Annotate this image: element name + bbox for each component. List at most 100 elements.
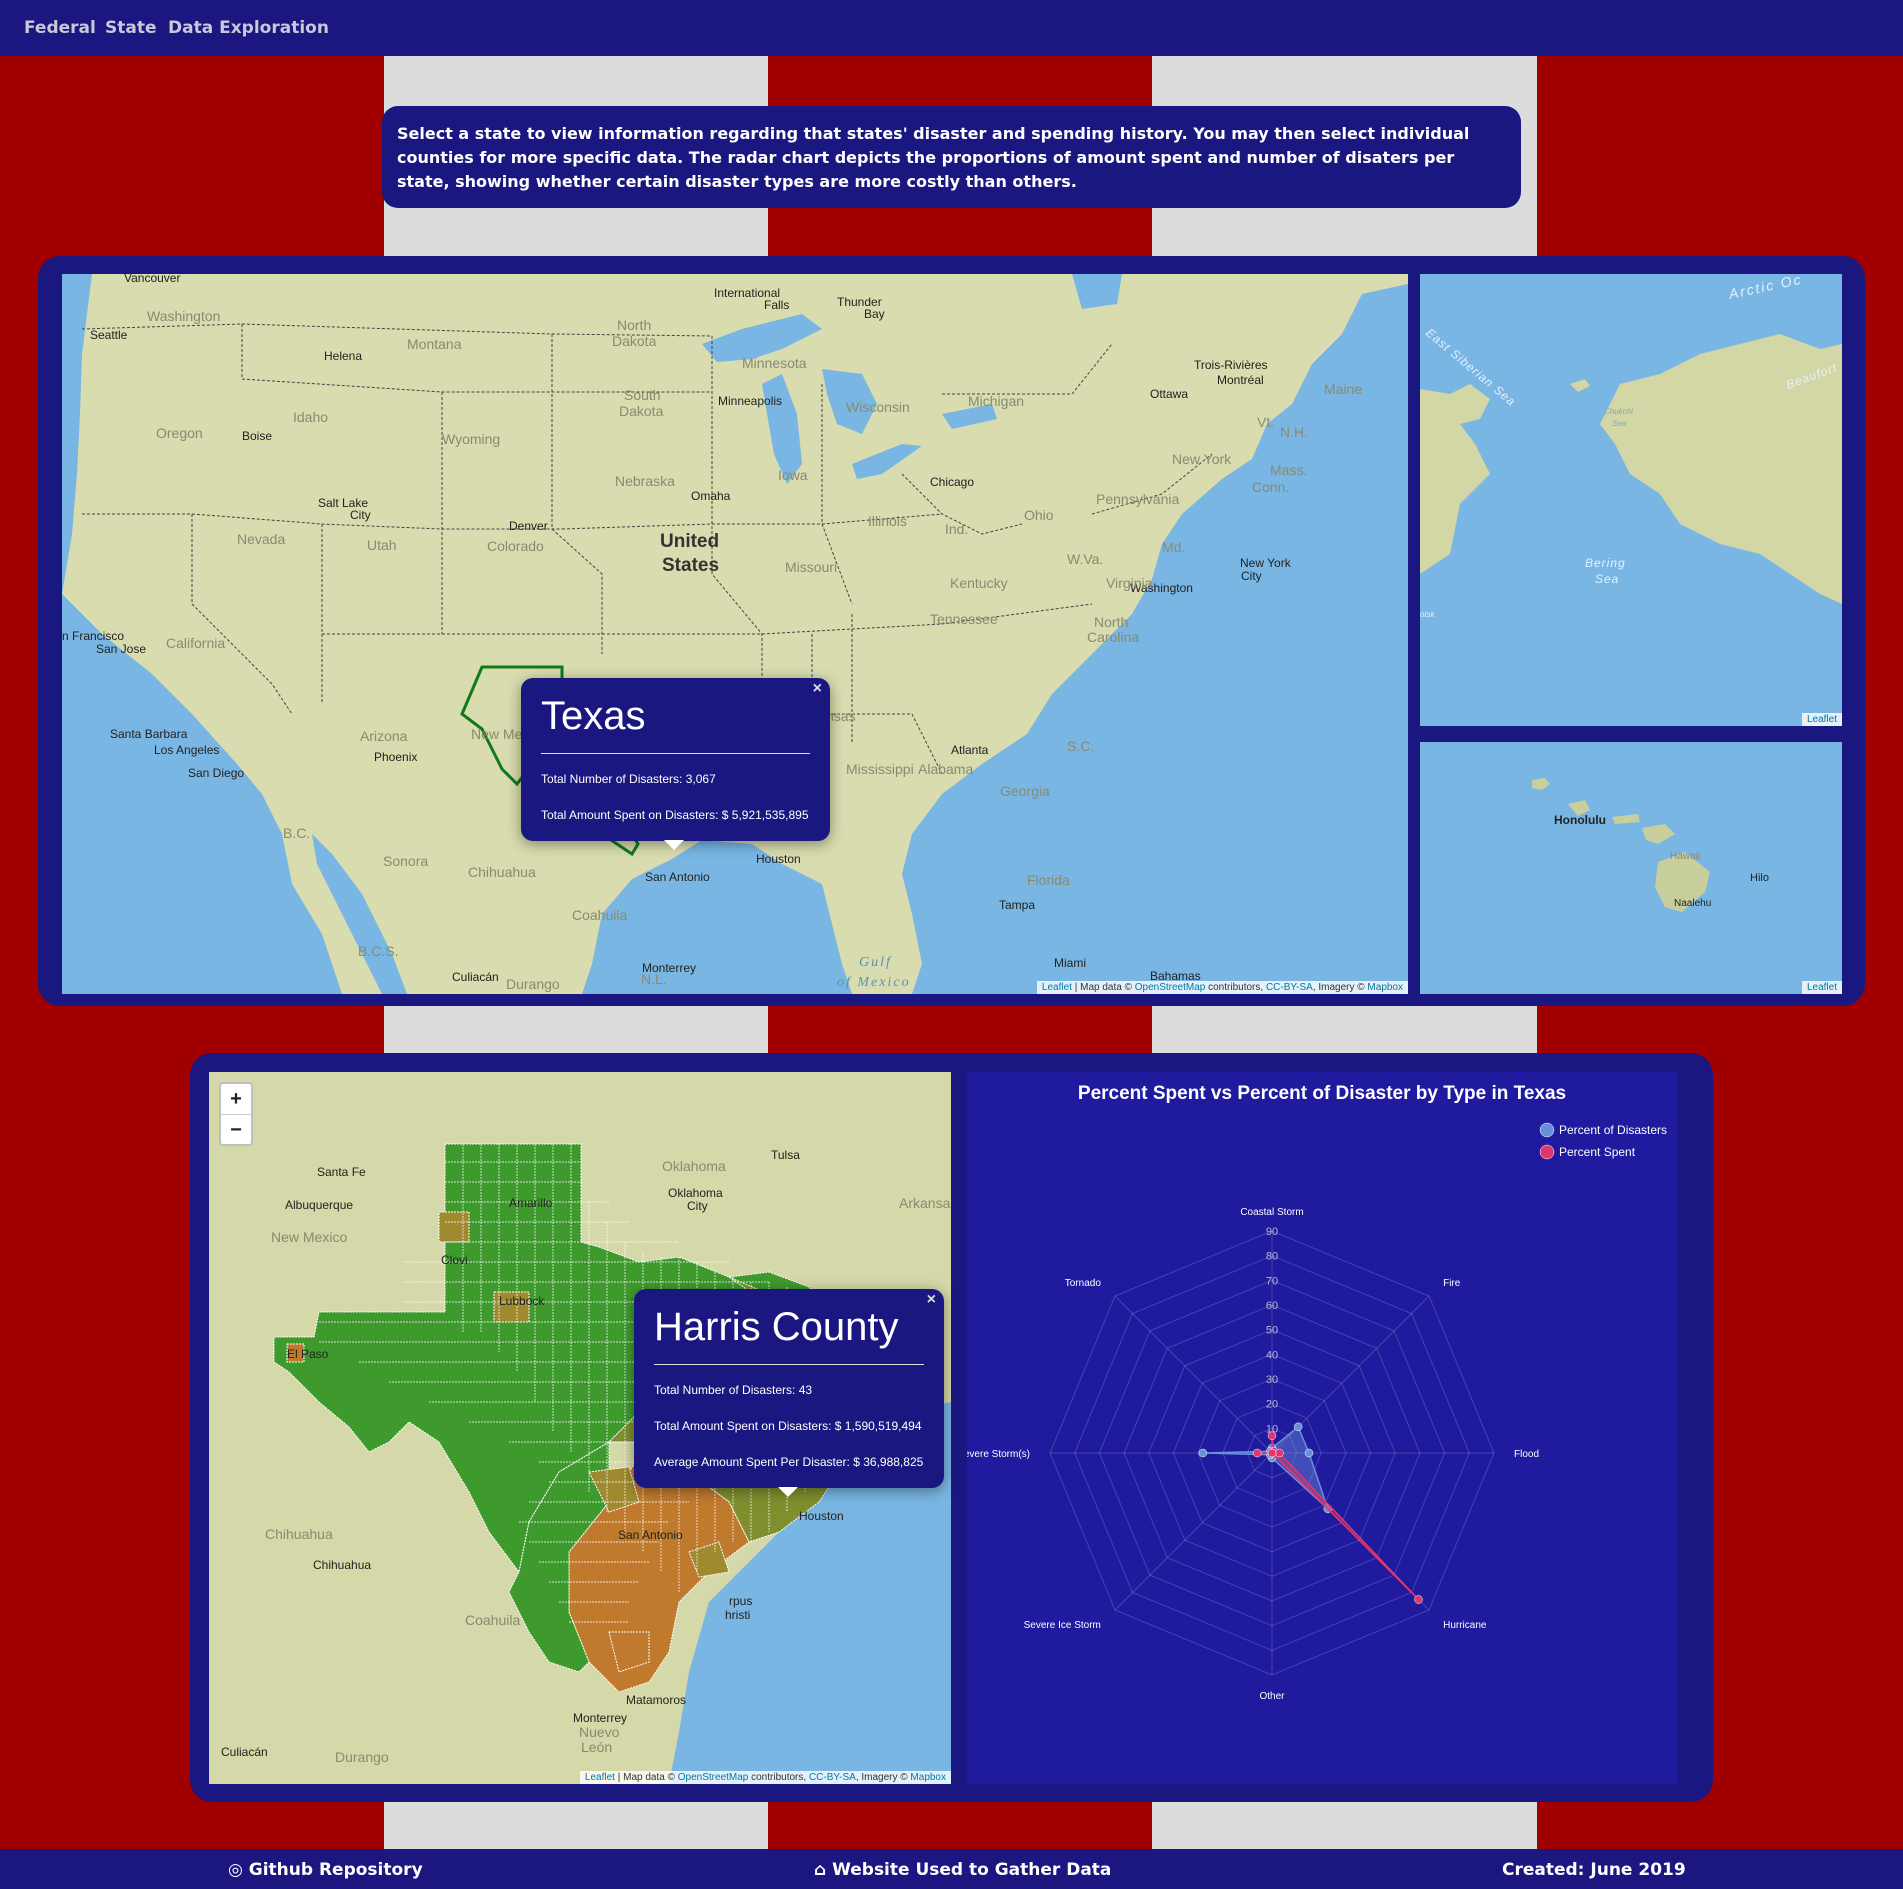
- radar-series-area: [1202, 1425, 1330, 1512]
- svg-text:Bay: Bay: [864, 307, 885, 321]
- leaflet-link[interactable]: Leaflet: [1807, 982, 1837, 993]
- svg-text:Nuevo: Nuevo: [579, 1724, 620, 1740]
- svg-text:Lubbock: Lubbock: [499, 1294, 545, 1308]
- alaska-map-canvas[interactable]: Arctic Oc East Siberian Sea Beaufort Chu…: [1420, 274, 1842, 726]
- radar-chart: Percent Spent vs Percent of Disaster by …: [967, 1083, 1667, 1702]
- svg-text:North: North: [617, 317, 651, 333]
- zoom-out-button[interactable]: −: [221, 1115, 251, 1145]
- ccbysa-link[interactable]: CC-BY-SA: [809, 1772, 856, 1783]
- github-label: Github Repository: [248, 1860, 423, 1880]
- russia-land: [1420, 384, 1490, 574]
- hawaii-map-canvas[interactable]: Honolulu Hawaii Hilo Naalehu: [1420, 742, 1842, 994]
- svg-text:Coahuila: Coahuila: [572, 907, 627, 923]
- svg-text:Albuquerque: Albuquerque: [285, 1198, 353, 1212]
- svg-text:Durango: Durango: [506, 976, 560, 992]
- svg-text:Mississippi: Mississippi: [846, 761, 914, 777]
- svg-text:Seattle: Seattle: [90, 328, 128, 342]
- svg-text:Trois-Rivières: Trois-Rivières: [1194, 358, 1268, 372]
- github-link[interactable]: ◎ Github Repository: [228, 1860, 423, 1880]
- svg-text:Helena: Helena: [324, 349, 362, 363]
- radar-point[interactable]: [1293, 1422, 1303, 1432]
- svg-text:S.C.: S.C.: [1067, 738, 1094, 754]
- svg-text:Ottawa: Ottawa: [1150, 387, 1188, 401]
- legend-label[interactable]: Percent Spent: [1559, 1145, 1636, 1159]
- county-olive-4[interactable]: [438, 1211, 470, 1243]
- ccbysa-link[interactable]: CC-BY-SA: [1266, 982, 1313, 993]
- svg-text:Oklahoma: Oklahoma: [662, 1158, 726, 1174]
- website-link[interactable]: ⌂ Website Used to Gather Data: [814, 1860, 1111, 1880]
- leaflet-link[interactable]: Leaflet: [585, 1772, 615, 1783]
- okhotsk-label: otsk: [1420, 610, 1436, 619]
- svg-text:Nevada: Nevada: [237, 531, 285, 547]
- svg-text:Atlanta: Atlanta: [951, 743, 989, 757]
- mapbox-link[interactable]: Mapbox: [910, 1772, 946, 1783]
- nav-federal[interactable]: Federal: [24, 18, 96, 38]
- svg-text:Tampa: Tampa: [999, 898, 1035, 912]
- popup-close-button[interactable]: ×: [813, 680, 822, 698]
- nav-data-exploration[interactable]: Data Exploration: [168, 18, 329, 38]
- us-map-canvas[interactable]: Vancouver Seattle Washington Montana Hel…: [62, 274, 1408, 994]
- radar-point[interactable]: [1267, 1448, 1277, 1458]
- svg-text:Dakota: Dakota: [612, 333, 657, 349]
- svg-text:Boise: Boise: [242, 429, 272, 443]
- university-icon: ⌂: [814, 1860, 827, 1880]
- radar-point[interactable]: [1304, 1448, 1314, 1458]
- radar-point[interactable]: [1252, 1448, 1262, 1458]
- svg-text:Chicago: Chicago: [930, 475, 974, 489]
- radar-category-label: Severe Ice Storm: [1024, 1620, 1101, 1631]
- state-popup: × Texas Total Number of Disasters: 3,067…: [521, 678, 830, 850]
- alaska-map[interactable]: Arctic Oc East Siberian Sea Beaufort Chu…: [1420, 274, 1842, 726]
- zoom-control: + −: [219, 1082, 253, 1146]
- radar-point[interactable]: [1198, 1448, 1208, 1458]
- legend-marker[interactable]: [1539, 1144, 1555, 1160]
- svg-text:Minnesota: Minnesota: [742, 355, 807, 371]
- naalehu-label: Naalehu: [1674, 898, 1711, 909]
- svg-text:Denver: Denver: [509, 519, 548, 533]
- alaska-attribution: Leaflet: [1801, 713, 1842, 726]
- leaflet-link[interactable]: Leaflet: [1042, 982, 1072, 993]
- hawaii-label: Hawaii: [1670, 851, 1700, 862]
- radar-category-label: Fire: [1443, 1278, 1461, 1289]
- svg-text:Idaho: Idaho: [293, 409, 328, 425]
- legend-label[interactable]: Percent of Disasters: [1559, 1123, 1667, 1137]
- hawaii-map[interactable]: Honolulu Hawaii Hilo Naalehu Leaflet: [1420, 742, 1842, 994]
- radar-chart-panel: Percent Spent vs Percent of Disaster by …: [967, 1072, 1677, 1784]
- svg-text:Wisconsin: Wisconsin: [846, 399, 910, 415]
- zoom-in-button[interactable]: +: [221, 1084, 251, 1115]
- svg-text:Ohio: Ohio: [1024, 507, 1054, 523]
- svg-text:Utah: Utah: [367, 537, 397, 553]
- svg-text:N.L.: N.L.: [641, 971, 667, 987]
- svg-text:Washington: Washington: [147, 308, 220, 324]
- svg-text:Ind.: Ind.: [945, 521, 968, 537]
- radar-point[interactable]: [1267, 1431, 1277, 1440]
- arctic-ocean-label: Arctic Oc: [1726, 274, 1803, 302]
- us-map[interactable]: Vancouver Seattle Washington Montana Hel…: [62, 274, 1408, 994]
- svg-text:Md.: Md.: [1162, 539, 1185, 555]
- svg-text:Houston: Houston: [799, 1509, 844, 1523]
- legend-marker[interactable]: [1539, 1122, 1555, 1138]
- svg-text:Los Angeles: Los Angeles: [154, 743, 219, 757]
- svg-text:Maine: Maine: [1324, 381, 1362, 397]
- svg-text:New York: New York: [1172, 451, 1232, 467]
- popup-disasters: Total Number of Disasters: 43: [654, 1383, 813, 1397]
- kauai-island: [1532, 778, 1550, 790]
- popup-disasters: Total Number of Disasters: 3,067: [541, 772, 716, 786]
- hawaii-attribution: Leaflet: [1801, 981, 1842, 994]
- nav-state[interactable]: State: [105, 18, 157, 38]
- svg-text:Colorado: Colorado: [487, 538, 544, 554]
- osm-link[interactable]: OpenStreetMap: [1135, 982, 1206, 993]
- svg-text:Clovi: Clovi: [441, 1253, 468, 1267]
- radar-point[interactable]: [1275, 1448, 1284, 1458]
- svg-text:rpus: rpus: [729, 1594, 752, 1608]
- radar-point[interactable]: [1414, 1595, 1423, 1604]
- mapbox-link[interactable]: Mapbox: [1367, 982, 1403, 993]
- honolulu-label: Honolulu: [1554, 813, 1606, 827]
- popup-close-button[interactable]: ×: [927, 1291, 936, 1309]
- svg-text:Michigan: Michigan: [968, 393, 1024, 409]
- svg-text:Vt.: Vt.: [1257, 414, 1274, 430]
- svg-text:Sonora: Sonora: [383, 853, 428, 869]
- leaflet-link[interactable]: Leaflet: [1807, 714, 1837, 725]
- osm-link[interactable]: OpenStreetMap: [678, 1772, 749, 1783]
- svg-text:El Paso: El Paso: [287, 1347, 329, 1361]
- intro-text-box: Select a state to view information regar…: [382, 106, 1521, 208]
